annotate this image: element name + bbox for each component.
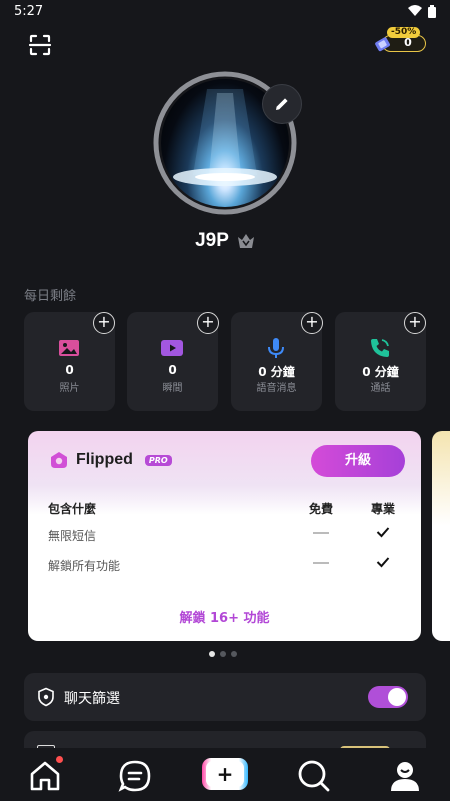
next-promo-card-peek[interactable] (432, 431, 450, 641)
flipped-logo-icon (51, 452, 67, 468)
unlock-features-link[interactable]: 解鎖 16+ 功能 (28, 607, 421, 626)
quota-value: 0 分鐘 (362, 365, 399, 379)
pager-dot[interactable] (220, 651, 226, 657)
status-time: 5:27 (14, 3, 44, 19)
home-icon (30, 761, 60, 791)
brand-row: Flipped PRO (50, 451, 172, 469)
chat-icon (118, 760, 151, 792)
quota-value: 0 (168, 363, 177, 377)
create-icon: + (206, 761, 244, 787)
phone-icon (371, 339, 389, 357)
toggle-knob (388, 688, 406, 706)
microphone-icon (268, 338, 284, 358)
daily-remaining-title: 每日剩餘 (24, 289, 77, 304)
edit-profile-button[interactable] (262, 84, 302, 124)
feature-label: 解鎖所有功能 (48, 559, 121, 573)
create-button[interactable]: + (202, 758, 248, 790)
add-calls-button[interactable]: + (404, 312, 426, 334)
feature-label: 無限短信 (48, 529, 97, 543)
quota-label: 語音消息 (256, 383, 297, 394)
photo-icon (59, 340, 79, 356)
add-photos-button[interactable]: + (93, 312, 115, 334)
quota-value: 0 分鐘 (258, 365, 295, 379)
quota-label: 照片 (59, 383, 80, 394)
home-notification-dot (56, 756, 63, 763)
daily-quota-list: 0 照片 0 瞬間 0 分鐘 語音消息 0 分鐘 通話 + + + + (24, 312, 426, 411)
add-moments-button[interactable]: + (197, 312, 219, 334)
free-column-header: 免費 (309, 502, 334, 516)
pro-column-header: 專業 (371, 502, 396, 516)
username: J9P (195, 230, 229, 251)
bottom-nav: + (0, 748, 450, 801)
brand-name: Flipped (76, 451, 133, 468)
free-unavailable-dash (313, 562, 329, 564)
pager-dot-active[interactable] (209, 651, 215, 657)
profile-icon (391, 762, 419, 791)
video-icon (161, 340, 183, 356)
username-row: J9P (0, 230, 450, 252)
nav-search[interactable] (294, 756, 334, 796)
carousel-pager (209, 651, 237, 657)
verified-shield-icon[interactable] (237, 233, 255, 249)
chat-filter-label: 聊天篩選 (64, 691, 120, 707)
feature-column-header: 包含什麼 (48, 502, 97, 516)
wifi-icon (408, 5, 422, 16)
pencil-icon (276, 98, 288, 110)
shield-icon (38, 687, 54, 707)
nav-chats[interactable] (115, 756, 155, 796)
coin-balance-button[interactable]: 0 -50% (374, 27, 428, 55)
search-icon (298, 760, 330, 792)
status-bar: 5:27 (0, 0, 450, 22)
pro-promo-card[interactable]: Flipped PRO 升級 包含什麼 免費 專業 無限短信 解鎖所有功能 解鎖… (28, 431, 421, 641)
scan-button[interactable] (27, 32, 53, 58)
quota-label: 瞬間 (162, 383, 183, 394)
scan-icon (28, 34, 52, 56)
upgrade-button[interactable]: 升級 (311, 445, 405, 477)
pro-badge: PRO (144, 454, 172, 466)
checkmark-icon (376, 527, 390, 538)
battery-icon (428, 4, 436, 18)
quota-value: 0 (65, 363, 74, 377)
pager-dot[interactable] (231, 651, 237, 657)
add-voice-button[interactable]: + (301, 312, 323, 334)
free-unavailable-dash (313, 532, 329, 534)
quota-label: 通話 (370, 383, 391, 394)
chat-filter-row[interactable]: 聊天篩選 (24, 673, 426, 721)
ticket-icon (375, 37, 390, 52)
chat-filter-toggle[interactable] (368, 686, 408, 708)
checkmark-icon (376, 557, 390, 568)
nav-profile[interactable] (385, 756, 425, 796)
